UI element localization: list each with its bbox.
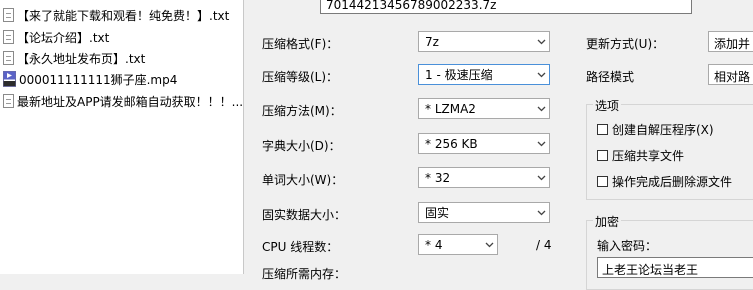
- checkbox-icon: [597, 150, 608, 161]
- list-item[interactable]: 【来了就能下载和观看！纯免费！】.txt: [3, 6, 229, 24]
- password-label: 输入密码：: [597, 239, 658, 253]
- level-label: 压缩等级(L)：: [262, 70, 339, 84]
- checkbox-icon: [597, 124, 608, 135]
- list-item[interactable]: 【永久地址发布页】.txt: [3, 49, 145, 67]
- word-size-label: 单词大小(W)：: [262, 173, 344, 187]
- mp4-file-icon: [3, 71, 16, 87]
- chevron-down-icon: [533, 134, 549, 153]
- chevron-down-icon: [533, 168, 549, 187]
- chevron-down-icon: [481, 235, 497, 254]
- file-name: 000011111111狮子座.mp4: [19, 72, 178, 87]
- compress-shared-label: 压缩共享文件: [612, 149, 685, 163]
- file-name: 【永久地址发布页】.txt: [17, 51, 146, 66]
- create-sfx-label: 创建自解压程序(X): [612, 123, 714, 137]
- txt-file-icon: [3, 8, 14, 22]
- encryption-group: 加密 输入密码： 上老王论坛当老王: [586, 213, 753, 290]
- archive-name-input[interactable]: 70144213456789002233.7z: [320, 0, 692, 14]
- file-name: 【来了就能下载和观看！纯免费！】.txt: [17, 8, 230, 23]
- dictionary-value: * 256 KB: [425, 136, 478, 151]
- txt-file-icon: [3, 51, 14, 65]
- level-select[interactable]: 1 - 极速压缩: [418, 64, 550, 85]
- dictionary-select[interactable]: * 256 KB: [418, 133, 550, 154]
- password-input[interactable]: 上老王论坛当老王: [597, 257, 753, 278]
- method-label: 压缩方法(M)：: [262, 104, 342, 118]
- method-select[interactable]: * LZMA2: [418, 98, 550, 119]
- cpu-threads-total: / 4: [536, 238, 552, 252]
- file-list: 【来了就能下载和观看！纯免费！】.txt 【论坛介绍】.txt 【永久地址发布页…: [0, 0, 244, 274]
- list-item[interactable]: 最新地址及APP请发邮箱自动获取！！！...: [3, 92, 243, 110]
- chevron-down-icon: [533, 65, 549, 84]
- word-size-select[interactable]: * 32: [418, 167, 550, 188]
- file-name: 最新地址及APP请发邮箱自动获取！！！...: [17, 94, 244, 109]
- encryption-group-title: 加密: [593, 213, 622, 230]
- file-name: 【论坛介绍】.txt: [17, 30, 110, 45]
- txt-file-icon: [3, 94, 14, 108]
- method-value: * LZMA2: [425, 101, 476, 116]
- solid-size-label: 固实数据大小：: [262, 208, 347, 222]
- format-select[interactable]: 7z: [418, 31, 550, 52]
- options-group: 选项 创建自解压程序(X) 压缩共享文件 操作完成后删除源文件: [586, 97, 753, 200]
- update-mode-select[interactable]: 添加并: [708, 31, 753, 52]
- chevron-down-icon: [533, 203, 549, 222]
- word-size-value: * 32: [425, 170, 451, 185]
- list-item[interactable]: 【论坛介绍】.txt: [3, 28, 109, 46]
- delete-after-checkbox[interactable]: 操作完成后删除源文件: [597, 173, 732, 190]
- chevron-down-icon: [533, 99, 549, 118]
- compression-settings-panel: 70144213456789002233.7z 压缩格式(F)： 7z 压缩等级…: [244, 0, 753, 290]
- update-mode-label: 更新方式(U)：: [586, 37, 665, 51]
- options-group-title: 选项: [593, 97, 622, 114]
- cpu-threads-value: * 4: [425, 237, 443, 252]
- path-mode-select[interactable]: 相对路: [708, 64, 753, 85]
- solid-size-value: 固实: [425, 206, 450, 220]
- list-item[interactable]: 000011111111狮子座.mp4: [3, 70, 177, 88]
- chevron-down-icon: [533, 32, 549, 51]
- level-value: 1 - 极速压缩: [425, 68, 493, 82]
- path-mode-label: 路径模式: [586, 70, 635, 84]
- cpu-threads-label: CPU 线程数：: [262, 240, 339, 254]
- cpu-threads-select[interactable]: * 4: [418, 234, 498, 255]
- dictionary-label: 字典大小(D)：: [262, 139, 341, 153]
- checkbox-icon: [597, 176, 608, 187]
- txt-file-icon: [3, 30, 14, 44]
- format-value: 7z: [425, 34, 439, 49]
- compress-shared-checkbox[interactable]: 压缩共享文件: [597, 147, 684, 164]
- solid-size-select[interactable]: 固实: [418, 202, 550, 223]
- create-sfx-checkbox[interactable]: 创建自解压程序(X): [597, 121, 714, 138]
- delete-after-label: 操作完成后删除源文件: [612, 175, 733, 189]
- format-label: 压缩格式(F)：: [262, 37, 339, 51]
